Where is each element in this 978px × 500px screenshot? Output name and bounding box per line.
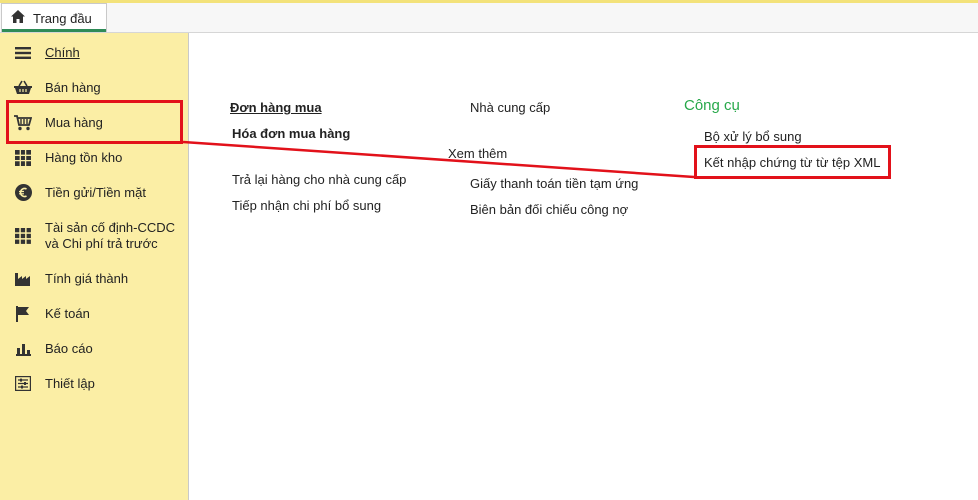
top-accent-strip — [0, 0, 978, 3]
grid-icon — [14, 149, 32, 167]
sidebar-item-label: Chính — [45, 44, 80, 60]
link-don-hang-mua[interactable]: Đơn hàng mua — [230, 100, 322, 115]
link-hoa-don-mua-hang[interactable]: Hóa đơn mua hàng — [232, 126, 350, 141]
link-ket-nhap-xml[interactable]: Kết nhập chứng từ từ tệp XML — [704, 155, 880, 170]
sidebar-item-label: Tiền gửi/Tiền mặt — [45, 184, 146, 200]
sidebar-item-label: Tính giá thành — [45, 270, 129, 286]
sidebar-item-tien-gui-tien-mat[interactable]: Tiền gửi/Tiền mặt — [0, 175, 188, 210]
sidebar-item-label: Hàng tồn kho — [45, 149, 123, 165]
sidebar-item-ke-toan[interactable]: Kế toán — [0, 296, 188, 331]
sidebar-item-ban-hang[interactable]: Bán hàng — [0, 70, 188, 105]
bar-chart-icon — [14, 340, 32, 358]
sidebar: Chính Bán hàng Mua hàng Hàng tồn kho Tiề… — [0, 33, 189, 500]
sidebar-item-label: Thiết lập — [45, 375, 95, 391]
link-xem-them[interactable]: Xem thêm — [448, 146, 507, 161]
sidebar-item-thiet-lap[interactable]: Thiết lập — [0, 366, 188, 401]
sidebar-item-chinh[interactable]: Chính — [0, 35, 188, 70]
flag-icon — [14, 305, 32, 323]
cart-icon — [14, 114, 32, 132]
sidebar-item-label: Bán hàng — [45, 79, 101, 95]
main-content: Đơn hàng mua Hóa đơn mua hàng Trả lại hà… — [190, 33, 978, 500]
link-giay-thanh-toan[interactable]: Giấy thanh toán tiền tạm ứng — [470, 176, 638, 191]
tab-home[interactable]: Trang đầu — [1, 3, 107, 32]
top-bar: Trang đầu — [0, 0, 978, 33]
home-icon — [11, 10, 25, 26]
sidebar-item-tinh-gia-thanh[interactable]: Tính giá thành — [0, 261, 188, 296]
basket-icon — [14, 79, 32, 97]
link-bo-xu-ly-bo-sung[interactable]: Bộ xử lý bổ sung — [704, 129, 802, 144]
euro-icon — [14, 184, 32, 202]
factory-icon — [14, 270, 32, 288]
settings-icon — [14, 375, 32, 393]
list-icon — [14, 44, 32, 62]
sidebar-item-hang-ton-kho[interactable]: Hàng tồn kho — [0, 140, 188, 175]
link-bien-ban-doi-chieu[interactable]: Biên bản đối chiếu công nợ — [470, 202, 628, 217]
active-tab-indicator — [2, 29, 106, 32]
grid-icon — [14, 227, 32, 245]
link-tiep-nhan-chi-phi[interactable]: Tiếp nhận chi phí bổ sung — [232, 198, 381, 213]
link-tra-lai-hang[interactable]: Trả lại hàng cho nhà cung cấp — [232, 172, 406, 187]
link-nha-cung-cap[interactable]: Nhà cung cấp — [470, 100, 550, 115]
tools-heading: Công cụ — [684, 97, 740, 114]
sidebar-item-mua-hang[interactable]: Mua hàng — [0, 105, 188, 140]
sidebar-item-label: Mua hàng — [45, 114, 103, 130]
sidebar-item-bao-cao[interactable]: Báo cáo — [0, 331, 188, 366]
sidebar-item-label: Tài sản cố định-CCDC và Chi phí trả trướ… — [45, 220, 176, 251]
tab-home-label: Trang đầu — [33, 10, 92, 26]
sidebar-item-tai-san-co-dinh[interactable]: Tài sản cố định-CCDC và Chi phí trả trướ… — [0, 218, 188, 254]
sidebar-item-label: Báo cáo — [45, 340, 93, 356]
sidebar-item-label: Kế toán — [45, 305, 90, 321]
